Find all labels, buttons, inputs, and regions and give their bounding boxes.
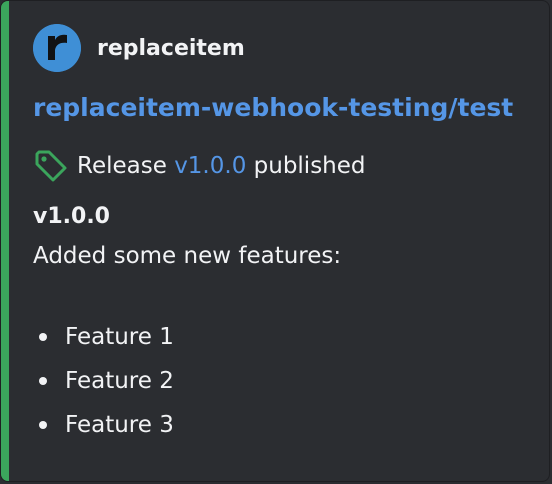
release-prefix: Release (77, 153, 167, 179)
webhook-embed: replaceitem replaceitem-webhook-testing/… (0, 0, 550, 482)
avatar[interactable] (33, 24, 81, 72)
release-line: Release v1.0.0 published (33, 148, 366, 184)
embed-author: replaceitem (33, 24, 245, 72)
author-name[interactable]: replaceitem (97, 36, 245, 61)
feature-list: Feature 1 Feature 2 Feature 3 (33, 321, 174, 453)
bullet-icon (39, 421, 47, 429)
list-item: Feature 1 (33, 321, 174, 365)
feature-label: Feature 2 (65, 368, 174, 394)
bullet-icon (39, 333, 47, 341)
feature-label: Feature 1 (65, 324, 174, 350)
version-heading: v1.0.0 (33, 204, 110, 229)
avatar-letter-icon (33, 24, 81, 72)
embed-title-link[interactable]: replaceitem-webhook-testing/test (33, 93, 513, 122)
release-version-link[interactable]: v1.0.0 (174, 153, 246, 179)
release-description: Added some new features: (33, 243, 342, 269)
list-item: Feature 2 (33, 365, 174, 409)
release-suffix: published (253, 153, 366, 179)
tag-icon (35, 150, 67, 182)
feature-label: Feature 3 (65, 412, 174, 438)
list-item: Feature 3 (33, 409, 174, 453)
bullet-icon (39, 377, 47, 385)
embed-content: replaceitem replaceitem-webhook-testing/… (33, 1, 537, 481)
embed-accent-bar (1, 1, 9, 481)
